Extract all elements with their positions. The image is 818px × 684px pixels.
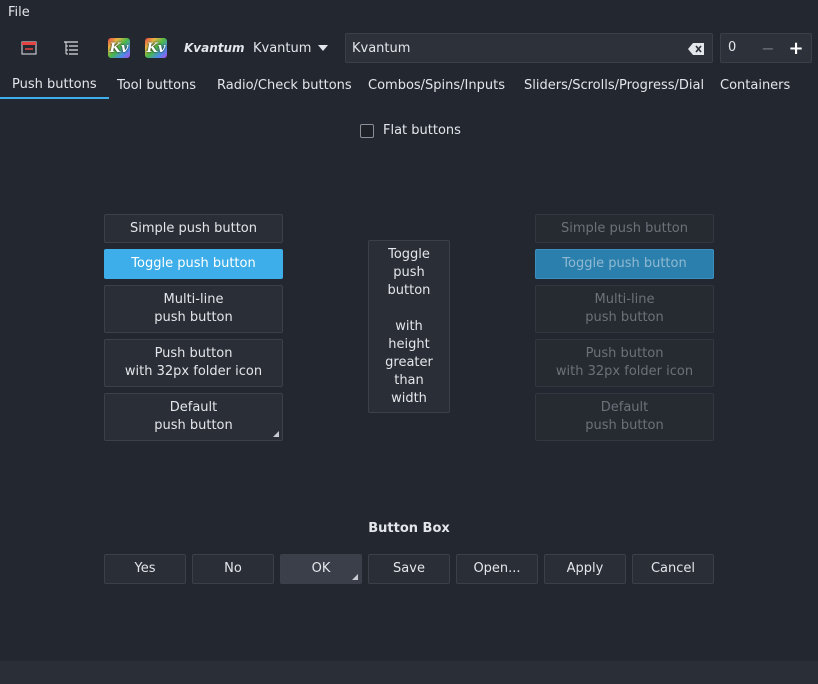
window-icon-button[interactable]: [16, 36, 42, 60]
simple-push-button[interactable]: Simple push button: [104, 214, 283, 243]
apply-button[interactable]: Apply: [544, 554, 626, 584]
tree-icon: [64, 41, 78, 55]
text-field[interactable]: [345, 33, 713, 63]
theme-combo[interactable]: Kvantum: [248, 36, 336, 60]
spin-value[interactable]: 0: [728, 40, 736, 55]
multiline-push-button[interactable]: Multi-line push button: [104, 285, 283, 333]
folder-icon-push-button[interactable]: Push button with 32px folder icon: [104, 339, 283, 387]
kvantum-button-2[interactable]: Kv: [143, 36, 169, 60]
flat-buttons-label: Flat buttons: [383, 123, 461, 138]
toggle-push-button[interactable]: Toggle push button: [104, 249, 283, 279]
chevron-down-icon: [318, 45, 328, 51]
cancel-button[interactable]: Cancel: [632, 554, 714, 584]
minus-icon[interactable]: −: [755, 36, 781, 60]
kvantum-logo-icon: Kv: [145, 38, 167, 58]
tab-tool-buttons[interactable]: Tool buttons: [105, 72, 208, 99]
ok-button[interactable]: OK: [280, 554, 362, 584]
kvantum-logo-icon: Kv: [108, 38, 130, 58]
folder-icon-push-button-disabled: Push button with 32px folder icon: [535, 339, 714, 387]
open-button[interactable]: Open...: [456, 554, 538, 584]
save-button[interactable]: Save: [368, 554, 450, 584]
tall-toggle-push-button[interactable]: Toggle push button with height greater t…: [368, 240, 450, 413]
spin-box[interactable]: 0 − +: [720, 33, 812, 63]
theme-combo-value: Kvantum: [253, 40, 312, 56]
yes-button[interactable]: Yes: [104, 554, 186, 584]
tab-push-buttons[interactable]: Push buttons: [0, 72, 109, 99]
theme-label: Kvantum: [184, 41, 245, 55]
multiline-push-button-disabled: Multi-line push button: [535, 285, 714, 333]
flat-buttons-checkbox[interactable]: Flat buttons: [360, 123, 461, 138]
text-input[interactable]: [352, 39, 682, 57]
menu-bar: File: [0, 0, 818, 26]
kvantum-button-1[interactable]: Kv: [106, 36, 132, 60]
toolbar: Kv Kv Kvantum Kvantum 0 − +: [0, 30, 818, 66]
tab-sliders-scrolls[interactable]: Sliders/Scrolls/Progress/Dial: [512, 72, 716, 99]
plus-icon[interactable]: +: [783, 36, 809, 60]
simple-push-button-disabled: Simple push button: [535, 214, 714, 243]
toggle-push-button-disabled: Toggle push button: [535, 249, 714, 279]
tab-containers[interactable]: Containers: [708, 72, 802, 99]
tree-view-button[interactable]: [57, 36, 83, 60]
clear-icon[interactable]: [688, 43, 704, 55]
tab-bar: Push buttons Tool buttons Radio/Check bu…: [0, 72, 818, 100]
status-bar: [0, 661, 818, 684]
default-push-button-disabled: Default push button: [535, 393, 714, 441]
tab-radio-check-buttons[interactable]: Radio/Check buttons: [205, 72, 364, 99]
tab-combos-spins-inputs[interactable]: Combos/Spins/Inputs: [356, 72, 517, 99]
button-box-title: Button Box: [368, 521, 450, 536]
default-push-button[interactable]: Default push button: [104, 393, 283, 441]
checkbox-box[interactable]: [360, 123, 374, 138]
window-icon: [21, 41, 37, 55]
menu-file[interactable]: File: [8, 5, 30, 20]
no-button[interactable]: No: [192, 554, 274, 584]
